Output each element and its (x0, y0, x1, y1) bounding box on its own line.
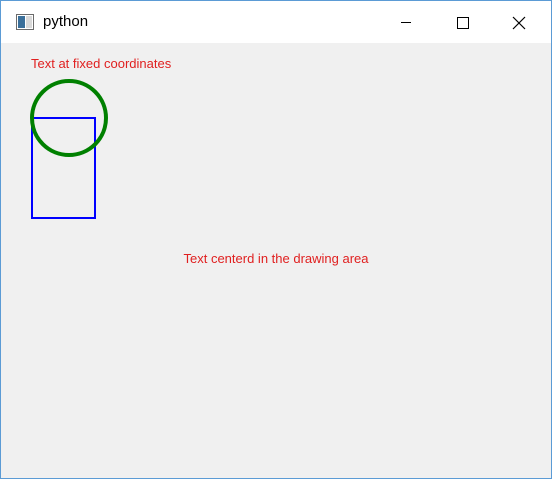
close-button[interactable] (496, 1, 542, 43)
drawing-area: Text at fixed coordinates Text centerd i… (1, 43, 551, 478)
minimize-icon (401, 22, 411, 23)
window-app-icon[interactable] (16, 14, 34, 30)
window-title: python (43, 13, 89, 30)
app-window: python Text at fixed coordinates Text ce… (0, 0, 552, 479)
centered-text: Text centerd in the drawing area (183, 251, 369, 266)
close-icon (512, 16, 526, 30)
fixed-coordinates-text: Text at fixed coordinates (31, 56, 172, 71)
maximize-button[interactable] (440, 1, 486, 43)
title-bar[interactable]: python (1, 1, 551, 43)
minimize-button[interactable] (383, 1, 429, 43)
maximize-icon (457, 17, 469, 29)
blue-rectangle (31, 117, 96, 219)
